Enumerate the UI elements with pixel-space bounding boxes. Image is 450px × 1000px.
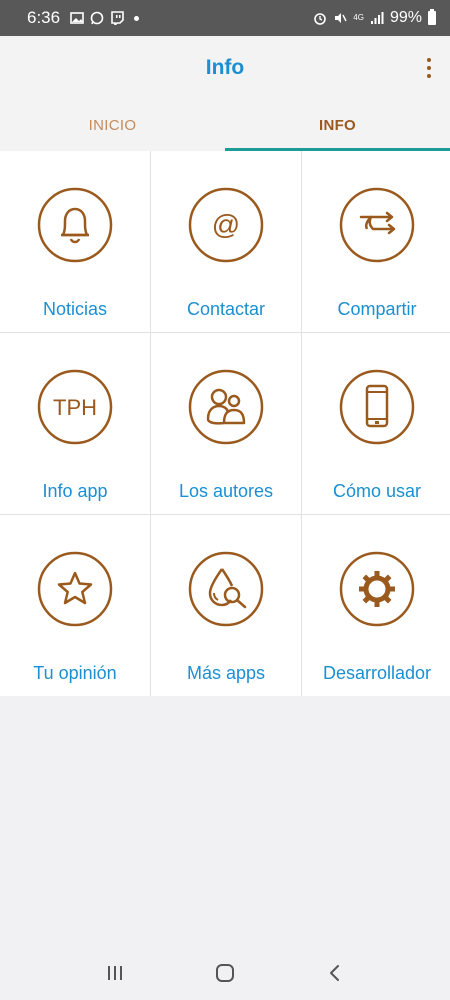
grid-item-label: Desarrollador bbox=[322, 663, 432, 683]
tab-info[interactable]: INFO bbox=[225, 100, 450, 151]
tab-bar: INICIO INFO bbox=[0, 100, 450, 151]
grid-item-label: Más apps bbox=[186, 663, 266, 683]
bell-icon bbox=[37, 187, 113, 263]
svg-text:TPH: TPH bbox=[53, 395, 97, 420]
gallery-icon bbox=[70, 12, 84, 24]
grid-item-label: Cómo usar bbox=[332, 481, 422, 501]
status-right: 4G 99% bbox=[313, 9, 436, 27]
gear-icon bbox=[339, 551, 415, 627]
signal-icon bbox=[370, 12, 384, 24]
status-left: 6:36 bbox=[27, 8, 140, 28]
page-title: Info bbox=[205, 56, 245, 79]
grid-item-noticias[interactable]: Noticias bbox=[0, 151, 150, 332]
grid-item-label: Los autores bbox=[178, 481, 274, 501]
tab-inicio[interactable]: INICIO bbox=[0, 100, 225, 151]
back-icon[interactable] bbox=[323, 961, 347, 985]
grid-item-los-autores[interactable]: Los autores bbox=[151, 333, 301, 514]
drop-search-icon bbox=[188, 551, 264, 627]
grid-item-info-app[interactable]: TPH Info app bbox=[0, 333, 150, 514]
whatsapp-icon bbox=[90, 11, 104, 25]
phone-icon bbox=[339, 369, 415, 445]
tph-icon: TPH bbox=[37, 369, 113, 445]
svg-text:@: @ bbox=[212, 209, 240, 240]
grid-item-label: Compartir bbox=[337, 299, 417, 319]
twitch-icon bbox=[111, 11, 124, 25]
more-vertical-icon[interactable] bbox=[425, 58, 433, 78]
recents-icon[interactable] bbox=[103, 961, 127, 985]
grid-item-desarrollador[interactable]: Desarrollador bbox=[302, 515, 450, 696]
grid-item-compartir[interactable]: Compartir bbox=[302, 151, 450, 332]
people-icon bbox=[188, 369, 264, 445]
grid-item-tu-opinion[interactable]: Tu opinión bbox=[0, 515, 150, 696]
grid-item-contactar[interactable]: @ Contactar bbox=[151, 151, 301, 332]
mute-icon bbox=[335, 13, 347, 23]
info-grid: Noticias @ Contactar Compartir TPH Info … bbox=[0, 151, 450, 696]
at-sign-icon: @ bbox=[188, 187, 264, 263]
grid-item-label: Tu opinión bbox=[33, 663, 117, 683]
share-arrows-icon bbox=[339, 187, 415, 263]
status-time: 6:36 bbox=[27, 8, 61, 27]
network-type: 4G bbox=[353, 13, 364, 22]
system-nav-bar bbox=[0, 946, 450, 1000]
alarm-icon bbox=[314, 13, 327, 25]
notification-dot bbox=[134, 15, 140, 21]
grid-item-label: Noticias bbox=[42, 299, 108, 319]
battery-icon bbox=[428, 9, 436, 25]
grid-item-como-usar[interactable]: Cómo usar bbox=[302, 333, 450, 514]
status-bar: 6:36 4G 99% bbox=[0, 0, 450, 36]
star-icon bbox=[37, 551, 113, 627]
battery-percent: 99% bbox=[389, 9, 422, 26]
app-bar: Info bbox=[0, 36, 450, 100]
grid-item-label: Info app bbox=[42, 481, 108, 501]
home-icon[interactable] bbox=[213, 961, 237, 985]
grid-item-label: Contactar bbox=[186, 299, 266, 319]
grid-item-mas-apps[interactable]: Más apps bbox=[151, 515, 301, 696]
